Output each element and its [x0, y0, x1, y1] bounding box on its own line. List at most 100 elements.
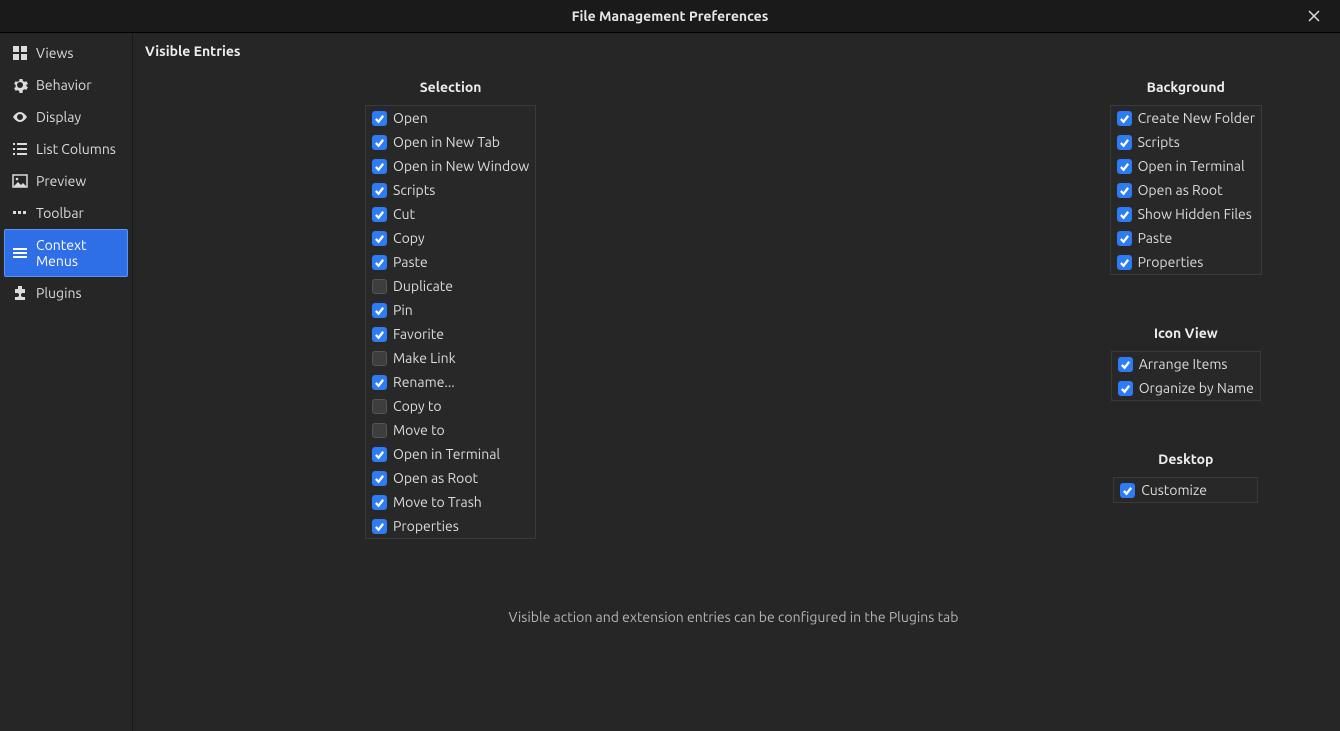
checkbox[interactable]: [372, 351, 387, 366]
checkbox[interactable]: [372, 303, 387, 318]
option-row[interactable]: Rename...: [366, 370, 535, 394]
option-row[interactable]: Open in New Tab: [366, 130, 535, 154]
option-row[interactable]: Properties: [1111, 250, 1261, 274]
option-box-background: Create New Folder Scripts Open in Terminal…: [1110, 105, 1262, 275]
sidebar-item-toolbar[interactable]: Toolbar: [4, 197, 128, 229]
checkbox[interactable]: [372, 447, 387, 462]
sidebar-item-label: Toolbar: [36, 205, 84, 221]
section-title-iconview: Icon View: [1154, 325, 1218, 341]
option-row[interactable]: Copy: [366, 226, 535, 250]
sidebar-item-list-columns[interactable]: List Columns: [4, 133, 128, 165]
option-row[interactable]: Open in New Window: [366, 154, 535, 178]
checkbox[interactable]: [372, 159, 387, 174]
checkbox[interactable]: [372, 207, 387, 222]
option-row[interactable]: Move to: [366, 418, 535, 442]
checkbox[interactable]: [372, 111, 387, 126]
sidebar: Views Behavior Display List Columns Preview T…: [0, 33, 133, 731]
checkbox[interactable]: [372, 279, 387, 294]
option-row[interactable]: Make Link: [366, 346, 535, 370]
sidebar-item-label: List Columns: [36, 141, 116, 157]
option-row[interactable]: Show Hidden Files: [1111, 202, 1261, 226]
checkbox[interactable]: [372, 471, 387, 486]
list-icon: [12, 141, 28, 157]
checkbox[interactable]: [372, 183, 387, 198]
option-label: Properties: [393, 518, 459, 534]
option-row[interactable]: Favorite: [366, 322, 535, 346]
option-row[interactable]: Organize by Name: [1112, 376, 1260, 400]
sidebar-item-label: Context Menus: [36, 237, 120, 269]
section-selection: Selection OpenOpen in New TabOpen in New…: [365, 79, 536, 539]
option-label: Customize: [1141, 482, 1207, 498]
sidebar-item-display[interactable]: Display: [4, 101, 128, 133]
sidebar-item-label: Display: [36, 109, 81, 125]
checkbox[interactable]: [1118, 381, 1133, 396]
checkbox[interactable]: [372, 423, 387, 438]
option-row[interactable]: Paste: [366, 250, 535, 274]
option-label: Open in Terminal: [1138, 158, 1245, 174]
close-icon: [1308, 9, 1320, 25]
checkbox[interactable]: [1117, 135, 1132, 150]
option-box-desktop: Customize: [1113, 477, 1258, 503]
checkbox[interactable]: [372, 327, 387, 342]
option-row[interactable]: Pin: [366, 298, 535, 322]
sidebar-item-plugins[interactable]: Plugins: [4, 277, 128, 309]
checkbox[interactable]: [372, 255, 387, 270]
checkbox[interactable]: [1117, 231, 1132, 246]
sidebar-item-preview[interactable]: Preview: [4, 165, 128, 197]
option-row[interactable]: Scripts: [366, 178, 535, 202]
checkbox[interactable]: [372, 135, 387, 150]
checkbox[interactable]: [372, 519, 387, 534]
option-row[interactable]: Open in Terminal: [1111, 154, 1261, 178]
option-row[interactable]: Scripts: [1111, 130, 1261, 154]
sidebar-item-context-menus[interactable]: Context Menus: [4, 229, 128, 277]
option-row[interactable]: Properties: [366, 514, 535, 538]
sidebar-item-label: Behavior: [36, 77, 92, 93]
checkbox[interactable]: [372, 375, 387, 390]
option-label: Open in New Tab: [393, 134, 500, 150]
checkbox[interactable]: [372, 231, 387, 246]
section-title-background: Background: [1147, 79, 1225, 95]
checkbox[interactable]: [1117, 159, 1132, 174]
option-row[interactable]: Open as Root: [1111, 178, 1261, 202]
window-title: File Management Preferences: [572, 8, 769, 24]
option-label: Paste: [393, 254, 428, 270]
sidebar-item-behavior[interactable]: Behavior: [4, 69, 128, 101]
checkbox[interactable]: [1117, 207, 1132, 222]
close-button[interactable]: [1297, 0, 1330, 33]
views-icon: [12, 45, 28, 61]
checkbox[interactable]: [1117, 255, 1132, 270]
checkbox[interactable]: [1117, 183, 1132, 198]
checkbox[interactable]: [1120, 483, 1135, 498]
dots-icon: [12, 205, 28, 221]
sidebar-item-views[interactable]: Views: [4, 37, 128, 69]
option-label: Scripts: [393, 182, 435, 198]
page-title: Visible Entries: [145, 43, 1322, 59]
checkbox[interactable]: [1117, 111, 1132, 126]
option-label: Make Link: [393, 350, 456, 366]
option-row[interactable]: Open as Root: [366, 466, 535, 490]
option-row[interactable]: Create New Folder: [1111, 106, 1261, 130]
option-row[interactable]: Duplicate: [366, 274, 535, 298]
option-row[interactable]: Cut: [366, 202, 535, 226]
checkbox[interactable]: [372, 495, 387, 510]
section-title-desktop: Desktop: [1158, 451, 1213, 467]
option-row[interactable]: Arrange Items: [1112, 352, 1260, 376]
main-content: Visible Entries Selection OpenOpen in Ne…: [133, 33, 1340, 731]
option-label: Move to Trash: [393, 494, 482, 510]
plugin-icon: [12, 285, 28, 301]
checkbox[interactable]: [372, 399, 387, 414]
gear-icon: [12, 77, 28, 93]
option-row[interactable]: Paste: [1111, 226, 1261, 250]
option-label: Open as Root: [1138, 182, 1223, 198]
option-row[interactable]: Move to Trash: [366, 490, 535, 514]
option-row[interactable]: Open in Terminal: [366, 442, 535, 466]
option-row[interactable]: Open: [366, 106, 535, 130]
eye-icon: [12, 109, 28, 125]
option-label: Copy: [393, 230, 425, 246]
option-label: Scripts: [1138, 134, 1180, 150]
sidebar-item-label: Views: [36, 45, 73, 61]
option-row[interactable]: Copy to: [366, 394, 535, 418]
option-row[interactable]: Customize: [1114, 478, 1257, 502]
checkbox[interactable]: [1118, 357, 1133, 372]
option-box-selection: Open Open in New Tab Open in New Window Scr…: [365, 105, 536, 539]
